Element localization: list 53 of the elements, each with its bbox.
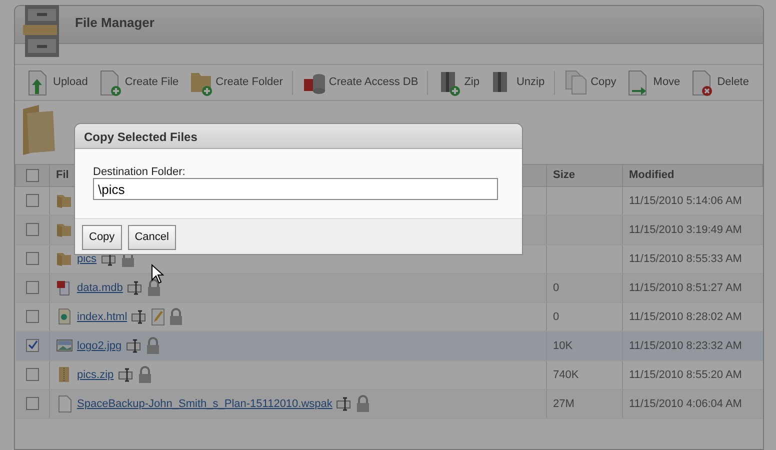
checkbox[interactable] [26,339,39,352]
checkbox[interactable] [26,223,39,236]
rename-icon[interactable] [126,281,143,295]
file-link[interactable]: data.mdb [77,282,123,294]
table-cell: 11/15/2010 3:19:49 AM [622,216,762,244]
dialog-button[interactable]: Copy [82,225,122,250]
toolbar-button[interactable]: Copy [558,70,622,96]
table-cell: 10K [546,332,622,360]
rename-icon[interactable] [118,368,134,382]
toolbar-button[interactable]: Move [621,70,686,96]
checkbox[interactable] [26,281,39,294]
new-file-icon [98,70,122,96]
folder-icon [56,221,73,239]
file-link[interactable]: pics.zip [77,368,114,381]
table-cell: 11/15/2010 8:51:27 AM [622,274,762,302]
rename-icon[interactable] [126,339,142,353]
toolbar-button[interactable]: Create Access DB [296,70,424,96]
lock-icon[interactable] [146,279,161,297]
column-header: Size [546,164,622,186]
file-link[interactable]: index.html [77,310,128,323]
checkbox[interactable] [26,310,39,324]
checkbox[interactable] [26,194,39,208]
checkbox[interactable] [26,368,39,382]
toolbar-button[interactable]: Upload [21,70,93,96]
rename-icon[interactable] [131,310,148,324]
toolbar-button[interactable]: Delete [685,70,754,96]
file-link[interactable]: pics [77,252,97,265]
file-link[interactable]: logo2.jpg [77,340,122,352]
table-cell: 0 [546,274,622,302]
checkbox[interactable] [26,252,39,266]
table-cell: 11/15/2010 4:06:04 AM [622,390,762,418]
rename-icon[interactable] [336,397,352,411]
table-cell: 11/15/2010 8:23:32 AM [622,332,762,360]
toolbar-button[interactable]: Zip [432,70,484,96]
window-title: File Manager [75,14,156,32]
dialog-title: Copy Selected Files [75,124,522,149]
folder-icon [56,192,73,210]
checkbox[interactable] [26,168,39,182]
checkbox[interactable] [26,397,39,410]
toolbar-button[interactable]: Unzip [484,70,550,96]
toolbar-button[interactable]: Create Folder [184,70,288,96]
rename-icon[interactable] [100,252,117,266]
field-label: Destination Folder: [93,166,186,178]
web-page-icon [56,308,73,326]
dialog-button[interactable]: Cancel [128,225,176,250]
copy-icon [564,70,588,96]
column-header: Modified [622,164,762,186]
folder-icon [56,250,73,268]
delete-icon [690,70,714,96]
table-cell: 27M [546,390,622,418]
file-icon [56,395,73,413]
destination-folder-field[interactable]: \pics [93,178,498,200]
toolbar-button[interactable]: Create File [92,70,184,96]
